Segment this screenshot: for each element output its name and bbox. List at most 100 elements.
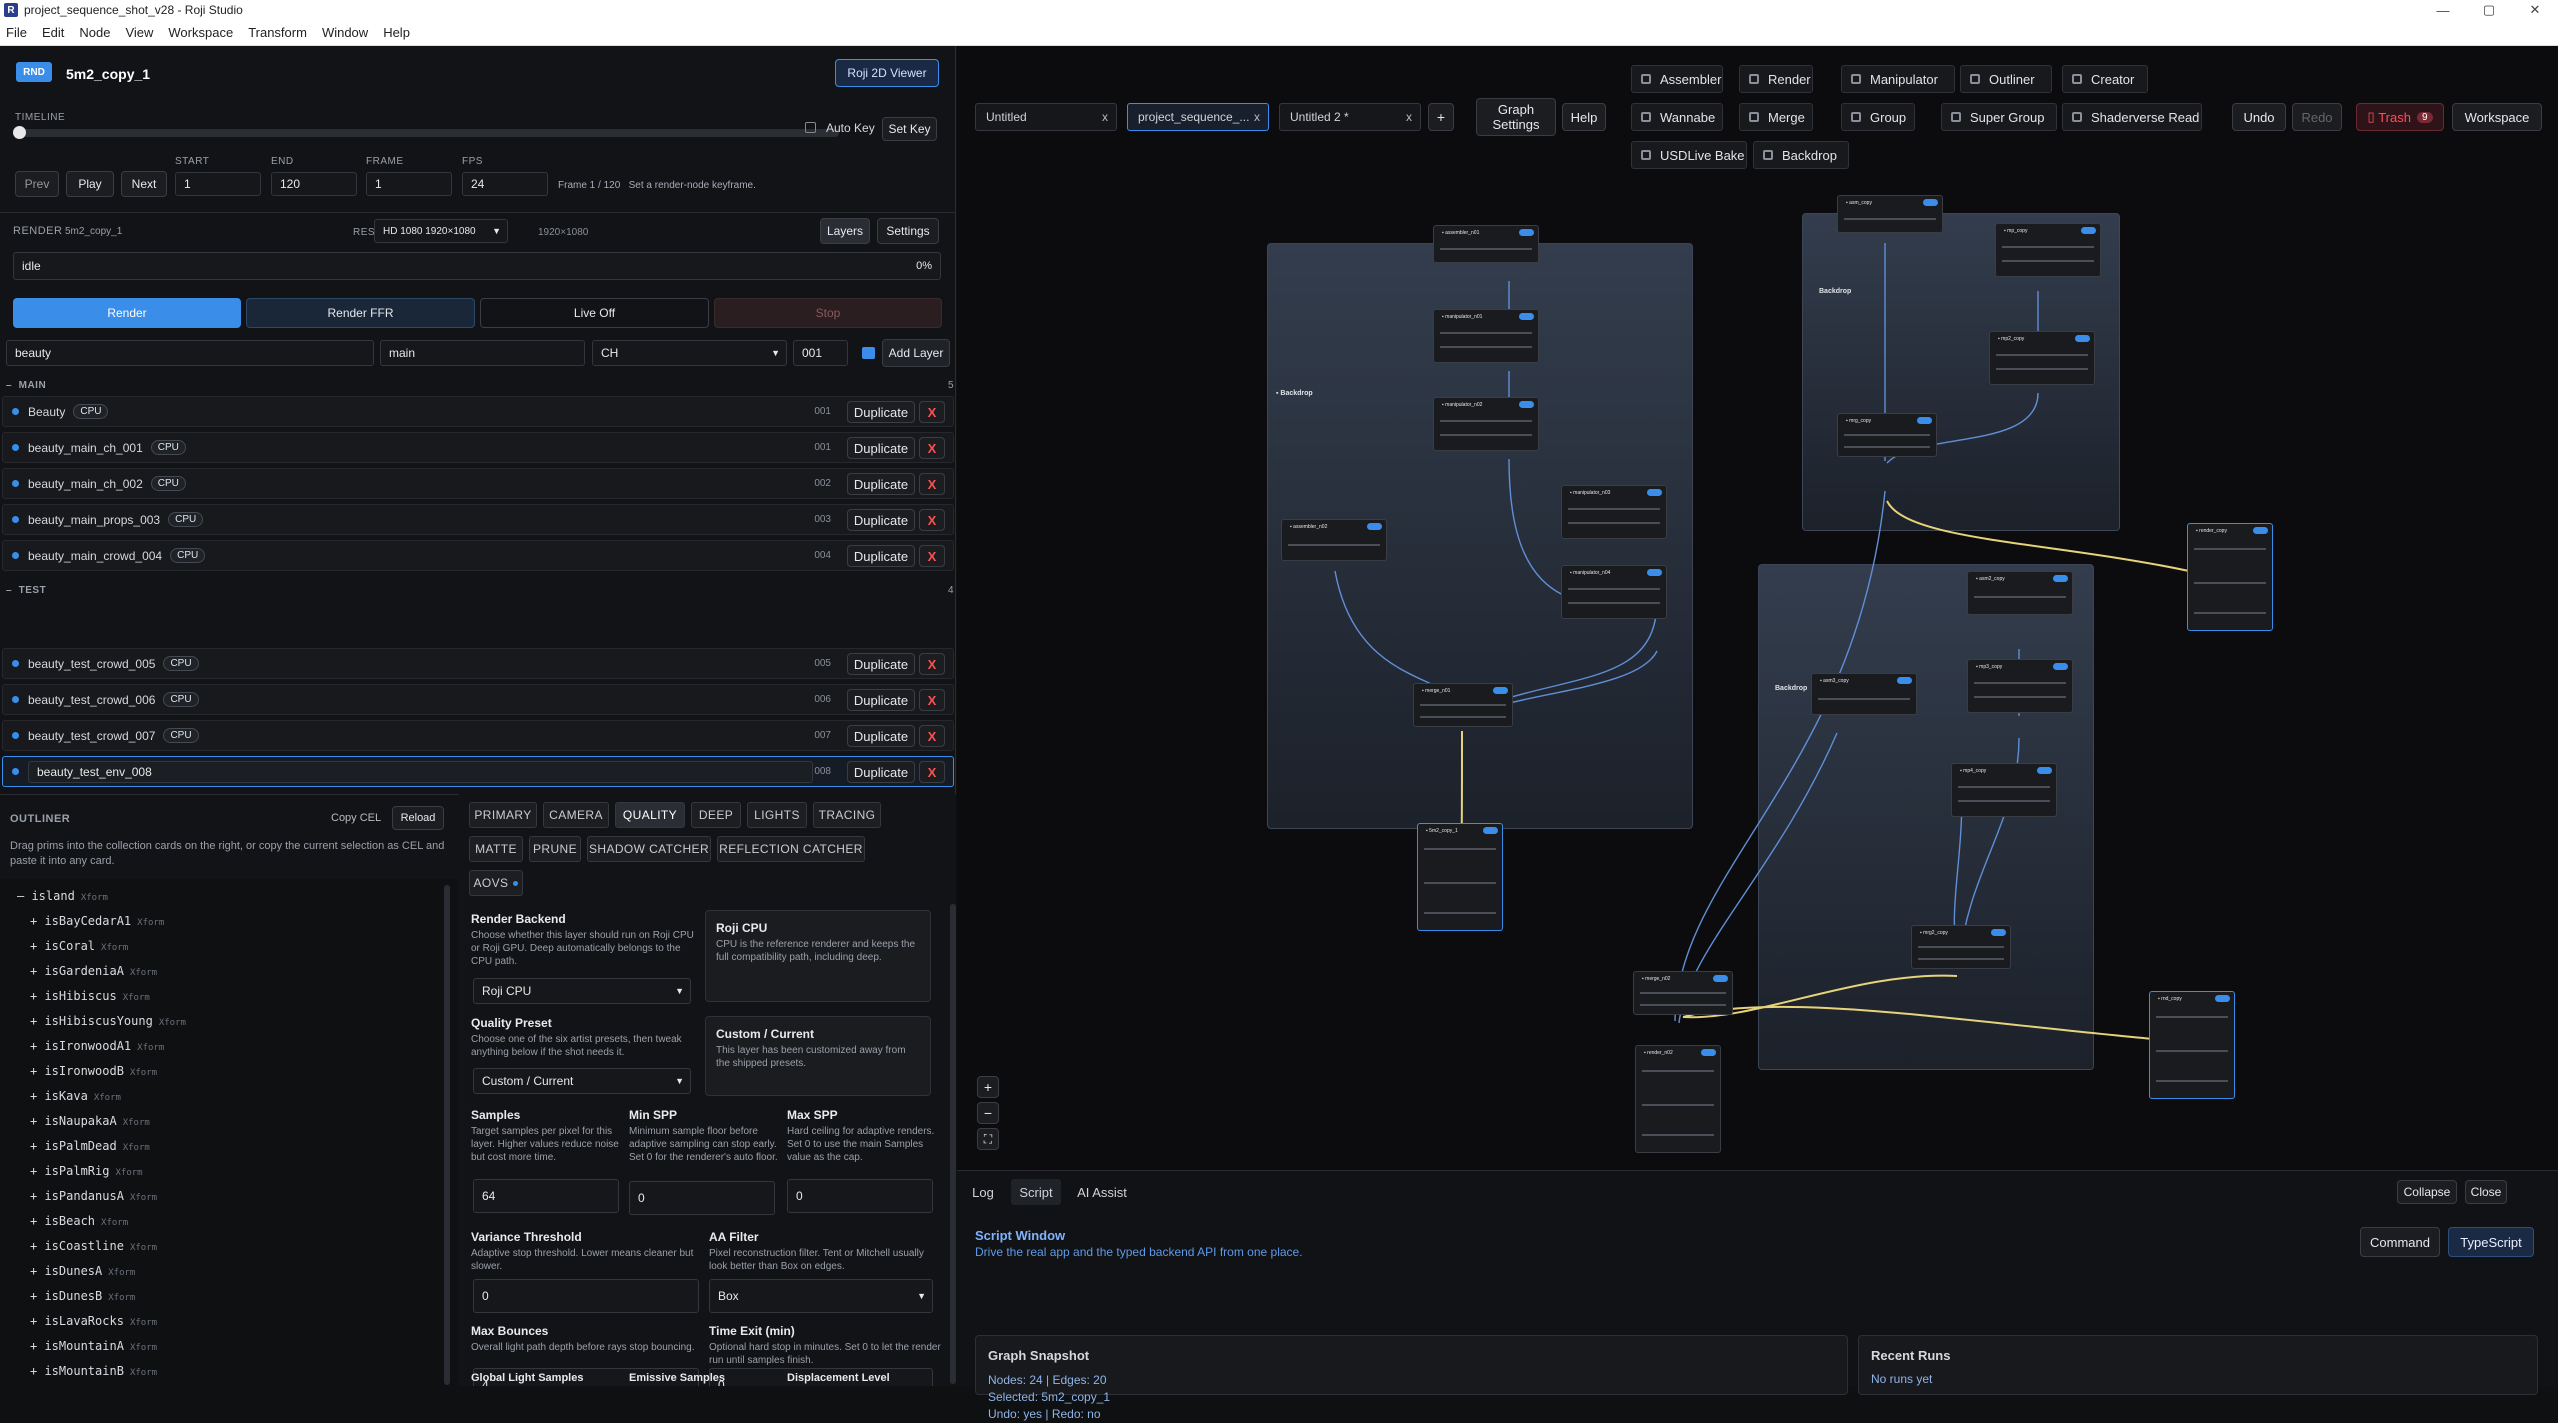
graph-node[interactable]: ▪ manipulator_n02 (1433, 397, 1539, 451)
zoom-out-button[interactable]: − (977, 1102, 999, 1124)
tool-merge[interactable]: Merge (1739, 103, 1813, 131)
graph-tab-active[interactable]: project_sequence_... x (1127, 103, 1269, 131)
layers-button[interactable]: Layers (820, 218, 870, 244)
workspace-button[interactable]: Workspace (2452, 103, 2542, 131)
render-button[interactable]: Render (13, 298, 241, 328)
graph-node[interactable]: ▪ assembler_n01 (1433, 225, 1539, 263)
end-input[interactable]: 120 (271, 172, 357, 196)
graph-node[interactable]: ▪ manipulator_n01 (1433, 309, 1539, 363)
graph-node[interactable]: ▪ manipulator_n03 (1561, 485, 1667, 539)
typescript-button[interactable]: TypeScript (2448, 1227, 2534, 1257)
tab-deep[interactable]: DEEP (691, 802, 741, 828)
graph-node[interactable]: ▪ merge_n02 (1633, 971, 1733, 1015)
tab-aovs[interactable]: AOVS (469, 870, 523, 896)
duplicate-button[interactable]: Duplicate (847, 437, 915, 459)
layer-row[interactable]: beauty_test_crowd_005 CPU 005 Duplicate X (2, 648, 954, 679)
expand-icon[interactable]: + (30, 1339, 44, 1353)
help-button[interactable]: Help (1562, 103, 1606, 131)
render-node[interactable]: ▪ rnd_copy (2149, 991, 2235, 1099)
close-tab-icon[interactable]: x (1102, 110, 1108, 124)
remove-layer-button[interactable]: X (919, 437, 945, 459)
device-select[interactable]: CH ▼ (592, 340, 787, 366)
menu-workspace[interactable]: Workspace (168, 25, 233, 40)
layer-row[interactable]: beauty_main_crowd_004 CPU 004 Duplicate X (2, 540, 954, 571)
graph-node[interactable]: ▪ asm2_copy (1967, 571, 2073, 615)
close-panel-button[interactable]: Close (2465, 1180, 2507, 1204)
outliner-item[interactable]: + isBayCedarA1 Xform (30, 914, 164, 928)
tool-manipulator[interactable]: Manipulator (1841, 65, 1955, 93)
aa-filter-select[interactable]: Box ▼ (709, 1279, 933, 1313)
tool-group[interactable]: Group (1841, 103, 1915, 131)
tab-quality[interactable]: QUALITY (615, 802, 685, 828)
live-off-button[interactable]: Live Off (480, 298, 709, 328)
tab-prune[interactable]: PRUNE (529, 836, 581, 862)
expand-icon[interactable]: + (30, 1039, 44, 1053)
close-window-icon[interactable]: ✕ (2512, 0, 2558, 20)
expand-icon[interactable]: + (30, 914, 44, 928)
zoom-in-button[interactable]: + (977, 1076, 999, 1098)
outliner-item[interactable]: + isLavaRocks Xform (30, 1314, 157, 1328)
outliner-item[interactable]: + isNaupakaA Xform (30, 1114, 150, 1128)
duplicate-button[interactable]: Duplicate (847, 689, 915, 711)
command-button[interactable]: Command (2360, 1227, 2440, 1257)
layer-row[interactable]: beauty_test_crowd_006 CPU 006 Duplicate X (2, 684, 954, 715)
samples-input[interactable]: 64 (473, 1179, 619, 1213)
render-backend-select[interactable]: Roji CPU ▼ (473, 978, 691, 1004)
menu-edit[interactable]: Edit (42, 25, 64, 40)
play-button[interactable]: Play (66, 171, 114, 197)
graph-node[interactable]: ▪ manipulator_n04 (1561, 565, 1667, 619)
layer-row[interactable]: beauty_test_crowd_007 CPU 007 Duplicate X (2, 720, 954, 751)
tool-creator[interactable]: Creator (2062, 65, 2148, 93)
auto-key-checkbox[interactable] (805, 122, 816, 133)
render-ffr-button[interactable]: Render FFR (246, 298, 475, 328)
tab-matte[interactable]: MATTE (469, 836, 523, 862)
layer-row[interactable]: Beauty CPU 001 Duplicate X (2, 396, 954, 427)
prev-button[interactable]: Prev (15, 171, 59, 197)
minimize-icon[interactable]: — (2420, 0, 2466, 20)
maximize-icon[interactable]: ▢ (2466, 0, 2512, 20)
graph-tab[interactable]: Untitled x (975, 103, 1117, 131)
timeline-scrubber[interactable] (13, 126, 839, 139)
color-swatch-icon[interactable] (862, 347, 875, 359)
timeline-handle[interactable] (13, 126, 26, 139)
tab-tracing[interactable]: TRACING (813, 802, 881, 828)
layer-name-input[interactable]: beauty (6, 340, 374, 366)
remove-layer-button[interactable]: X (919, 653, 945, 675)
tab-log[interactable]: Log (965, 1179, 1001, 1205)
outliner-item[interactable]: + isPalmDead Xform (30, 1139, 150, 1153)
graph-node[interactable]: ▪ mp_copy (1995, 223, 2101, 277)
roji-2d-viewer-button[interactable]: Roji 2D Viewer (835, 59, 939, 87)
expand-icon[interactable]: + (30, 1314, 44, 1328)
add-tab-button[interactable]: + (1428, 103, 1454, 131)
expand-icon[interactable]: + (30, 939, 44, 953)
expand-icon[interactable]: + (30, 1289, 44, 1303)
duplicate-button[interactable]: Duplicate (847, 725, 915, 747)
expand-icon[interactable]: + (30, 1114, 44, 1128)
expand-icon[interactable]: + (30, 1189, 44, 1203)
settings-scrollbar[interactable] (950, 904, 956, 1384)
graph-tab[interactable]: Untitled 2 * x (1279, 103, 1421, 131)
graph-node[interactable]: ▪ mrg2_copy (1911, 925, 2011, 969)
outliner-item[interactable]: + isMountainA Xform (30, 1339, 157, 1353)
graph-node[interactable]: ▪ merge_n01 (1413, 683, 1513, 727)
outliner-item[interactable]: + isHibiscusYoung Xform (30, 1014, 186, 1028)
tab-lights[interactable]: LIGHTS (747, 802, 807, 828)
set-key-button[interactable]: Set Key (882, 117, 937, 141)
duplicate-button[interactable]: Duplicate (847, 401, 915, 423)
settings-button[interactable]: Settings (877, 218, 939, 244)
tab-reflection-catcher[interactable]: REFLECTION CATCHER (717, 836, 865, 862)
outliner-item[interactable]: + isPalmRig Xform (30, 1164, 143, 1178)
outliner-root[interactable]: – island Xform (17, 889, 108, 903)
graph-node[interactable]: ▪ mp3_copy (1967, 659, 2073, 713)
outliner-item[interactable]: + isDunesB Xform (30, 1289, 135, 1303)
stop-button[interactable]: Stop (714, 298, 942, 328)
outliner-item[interactable]: + isHibiscus Xform (30, 989, 150, 1003)
tab-ai-assist[interactable]: AI Assist (1069, 1179, 1135, 1205)
graph-node[interactable]: ▪ asm_copy (1837, 195, 1943, 233)
expand-icon[interactable]: + (30, 1014, 44, 1028)
menu-window[interactable]: Window (322, 25, 368, 40)
outliner-item[interactable]: + isIronwoodA1 Xform (30, 1039, 164, 1053)
expand-icon[interactable]: + (30, 1164, 44, 1178)
reload-button[interactable]: Reload (392, 806, 444, 830)
render-node[interactable]: ▪ render_copy (2187, 523, 2273, 631)
